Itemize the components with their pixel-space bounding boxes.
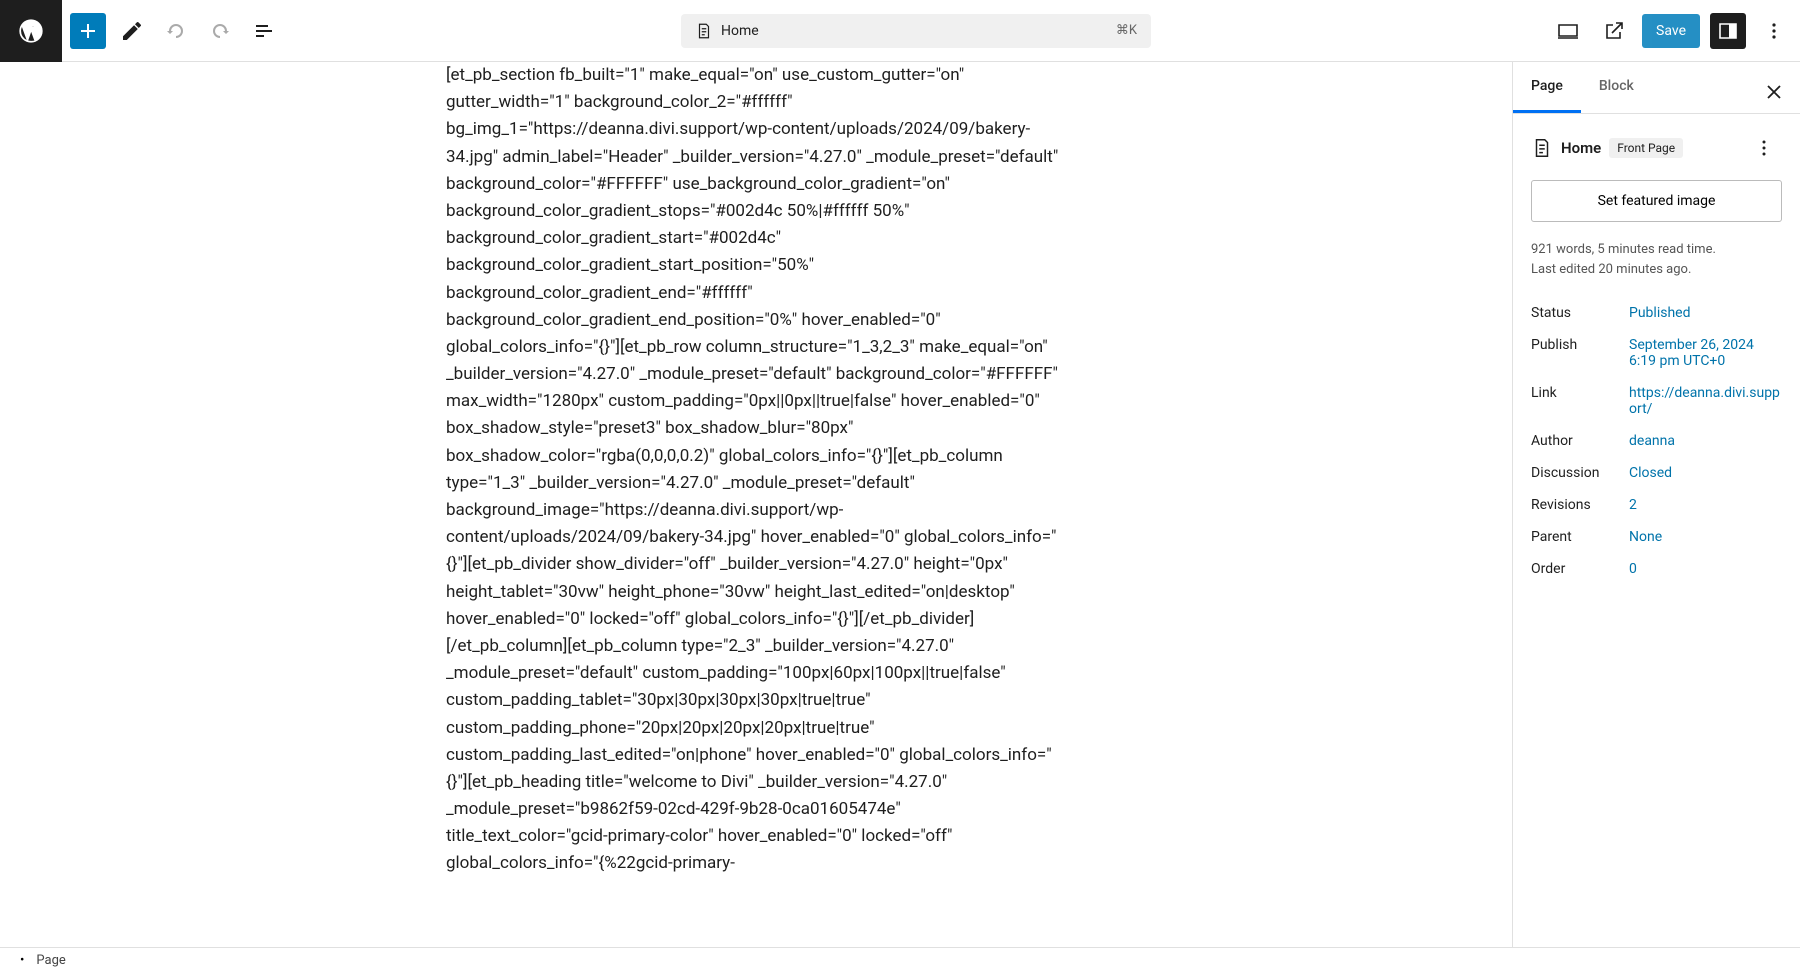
topbar: Home ⌘K Save [0, 0, 1800, 62]
view-page-button[interactable] [1596, 13, 1632, 49]
breadcrumb-page[interactable]: Page [36, 953, 65, 968]
value-link[interactable]: https://deanna.divi.support/ [1629, 385, 1782, 417]
front-page-badge: Front Page [1609, 138, 1683, 158]
row-revisions: Revisions 2 [1531, 489, 1782, 521]
external-link-icon [1602, 19, 1626, 43]
row-publish: Publish September 26, 2024 6:19 pm UTC+0 [1531, 329, 1782, 377]
undo-button[interactable] [158, 13, 194, 49]
row-link: Link https://deanna.divi.support/ [1531, 377, 1782, 425]
topbar-right: Save [1550, 13, 1792, 49]
page-meta-text: 921 words, 5 minutes read time. Last edi… [1531, 240, 1782, 279]
footer-breadcrumb: • Page [0, 947, 1800, 973]
tools-button[interactable] [114, 13, 150, 49]
meta-last-edited: Last edited 20 minutes ago. [1531, 260, 1782, 280]
settings-sidebar-toggle[interactable] [1710, 13, 1746, 49]
set-featured-image-button[interactable]: Set featured image [1531, 180, 1782, 222]
label-author: Author [1531, 433, 1629, 449]
label-order: Order [1531, 561, 1629, 577]
list-icon [252, 19, 276, 43]
label-publish: Publish [1531, 337, 1629, 353]
value-revisions[interactable]: 2 [1629, 497, 1782, 513]
sidebar-tabs: Page Block [1513, 62, 1800, 114]
label-parent: Parent [1531, 529, 1629, 545]
editor-canvas[interactable]: [et_pb_section fb_built="1" make_equal="… [0, 62, 1512, 947]
more-vertical-icon [1752, 136, 1776, 160]
page-icon [1531, 137, 1553, 159]
command-label: Home [721, 23, 759, 39]
save-button[interactable]: Save [1642, 14, 1700, 48]
settings-sidebar: Page Block Home Front Page Set featured … [1512, 62, 1800, 947]
document-overview-button[interactable] [246, 13, 282, 49]
meta-words: 921 words, 5 minutes read time. [1531, 240, 1782, 260]
close-sidebar-button[interactable] [1756, 74, 1792, 110]
breadcrumb-bullet: • [20, 953, 24, 968]
value-author[interactable]: deanna [1629, 433, 1782, 449]
view-button[interactable] [1550, 13, 1586, 49]
pencil-icon [120, 19, 144, 43]
content-block[interactable]: [et_pb_section fb_built="1" make_equal="… [426, 62, 1086, 947]
tab-page[interactable]: Page [1513, 62, 1581, 113]
sidebar-page-header: Home Front Page [1531, 130, 1782, 166]
redo-button[interactable] [202, 13, 238, 49]
undo-icon [164, 19, 188, 43]
page-icon [695, 22, 713, 40]
more-vertical-icon [1762, 19, 1786, 43]
redo-icon [208, 19, 232, 43]
plus-icon [76, 19, 100, 43]
row-status: Status Published [1531, 297, 1782, 329]
command-button[interactable]: Home ⌘K [681, 14, 1151, 48]
value-parent[interactable]: None [1629, 529, 1782, 545]
close-icon [1762, 80, 1786, 104]
row-parent: Parent None [1531, 521, 1782, 553]
value-discussion[interactable]: Closed [1629, 465, 1782, 481]
command-shortcut: ⌘K [1116, 23, 1137, 38]
sidebar-page-title: Home [1561, 139, 1601, 157]
label-revisions: Revisions [1531, 497, 1629, 513]
command-center: Home ⌘K [290, 14, 1542, 48]
row-discussion: Discussion Closed [1531, 457, 1782, 489]
sidebar-icon [1716, 19, 1740, 43]
value-status[interactable]: Published [1629, 305, 1782, 321]
options-button[interactable] [1756, 13, 1792, 49]
label-link: Link [1531, 385, 1629, 401]
page-actions-button[interactable] [1746, 130, 1782, 166]
device-icon [1556, 19, 1580, 43]
main: [et_pb_section fb_built="1" make_equal="… [0, 62, 1800, 947]
label-discussion: Discussion [1531, 465, 1629, 481]
tab-block[interactable]: Block [1581, 62, 1652, 113]
block-inserter-button[interactable] [70, 13, 106, 49]
label-status: Status [1531, 305, 1629, 321]
row-order: Order 0 [1531, 553, 1782, 585]
row-author: Author deanna [1531, 425, 1782, 457]
value-order[interactable]: 0 [1629, 561, 1782, 577]
value-publish[interactable]: September 26, 2024 6:19 pm UTC+0 [1629, 337, 1782, 369]
sidebar-body: Home Front Page Set featured image 921 w… [1513, 114, 1800, 947]
wordpress-logo[interactable] [0, 0, 62, 62]
